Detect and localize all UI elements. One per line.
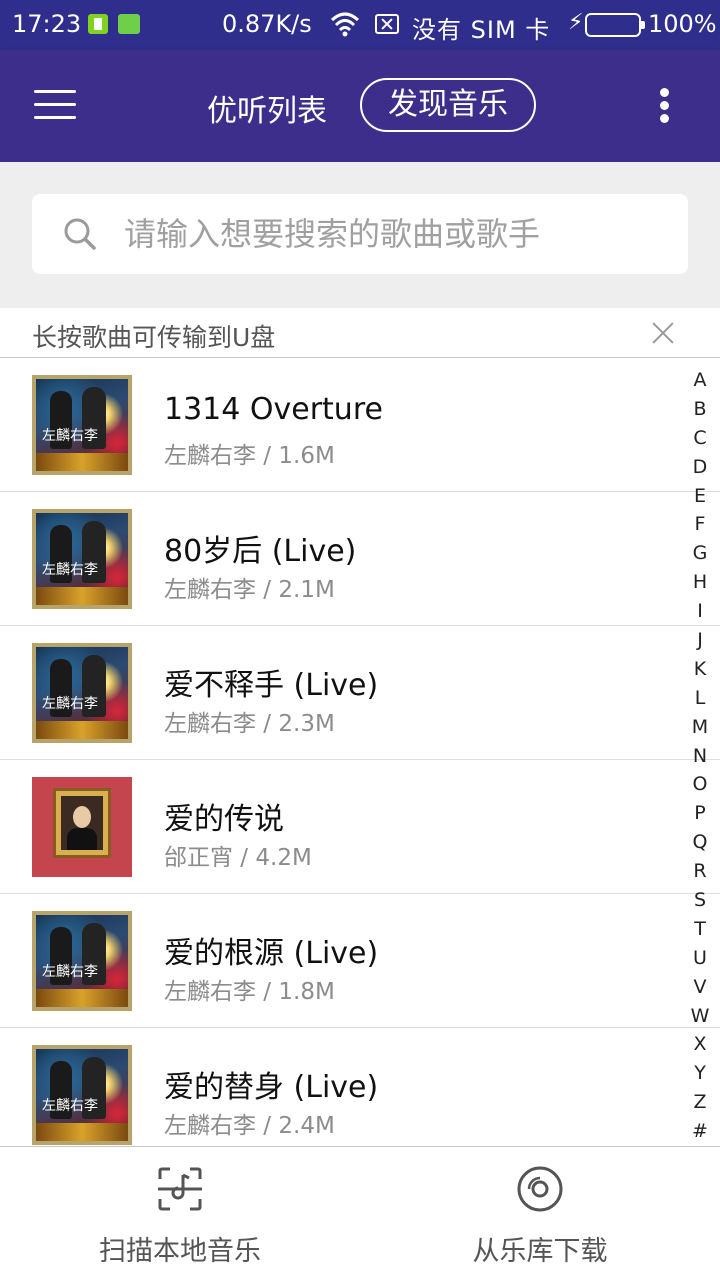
song-meta: 邰正宵 / 4.2M: [164, 845, 312, 871]
alpha-letter[interactable]: Y: [684, 1059, 716, 1088]
search-input[interactable]: [124, 194, 664, 274]
hint-bar: 长按歌曲可传输到U盘: [0, 308, 720, 358]
alpha-letter[interactable]: S: [684, 886, 716, 915]
album-cover: 左麟右李: [32, 643, 132, 743]
bottom-bar: 扫描本地音乐 从乐库下载: [0, 1146, 720, 1280]
more-options-button[interactable]: [650, 88, 680, 128]
alpha-letter[interactable]: R: [684, 857, 716, 886]
hint-text: 长按歌曲可传输到U盘: [32, 323, 276, 352]
alpha-letter[interactable]: K: [684, 655, 716, 684]
tab-local-list[interactable]: 优听列表: [207, 86, 327, 130]
song-list: 左麟右李 1314 Overture 左麟右李 / 1.6M 左麟右李 80岁后…: [0, 358, 720, 1146]
alpha-letter[interactable]: J: [684, 626, 716, 655]
no-sim-icon: [375, 14, 399, 34]
song-row[interactable]: 左麟右李 爱的替身 (Live) 左麟右李 / 2.4M: [0, 1028, 720, 1146]
search-icon: [64, 218, 96, 250]
alpha-letter[interactable]: V: [684, 973, 716, 1002]
alpha-letter[interactable]: P: [684, 799, 716, 828]
alpha-letter[interactable]: C: [684, 424, 716, 453]
album-cover-text: 左麟右李: [42, 562, 98, 578]
status-bar: 17:23 0.87K/s 没有 SIM 卡 ⚡ 100%: [0, 0, 720, 50]
more-vertical-icon: [660, 88, 669, 97]
song-title: 爱的根源 (Live): [164, 936, 379, 971]
alphabet-index[interactable]: A B C D E F G H I J K L M N O P Q R S T U V W X Y Z #: [684, 366, 716, 1148]
alpha-letter[interactable]: D: [684, 453, 716, 482]
song-title: 80岁后 (Live): [164, 534, 357, 569]
search-box[interactable]: [32, 194, 688, 274]
song-title: 爱的传说: [164, 802, 284, 837]
album-cover: 左麟右李: [32, 911, 132, 1011]
carrier-text: 没有 SIM 卡: [412, 16, 551, 44]
album-cover: 左麟右李: [32, 509, 132, 609]
app-notification-icon: [88, 14, 108, 34]
song-row[interactable]: 左麟右李 80岁后 (Live) 左麟右李 / 2.1M: [0, 492, 720, 626]
album-cover: [32, 777, 132, 877]
album-cover-text: 左麟右李: [42, 696, 98, 712]
alpha-letter[interactable]: I: [684, 597, 716, 626]
status-time: 17:23: [12, 10, 82, 38]
alpha-letter[interactable]: O: [684, 770, 716, 799]
album-cover: 左麟右李: [32, 375, 132, 475]
album-cover-text: 左麟右李: [42, 428, 98, 444]
network-speed: 0.87K/s: [222, 10, 312, 38]
alpha-letter[interactable]: N: [684, 742, 716, 771]
song-title: 爱不释手 (Live): [164, 668, 379, 703]
alpha-letter[interactable]: W: [684, 1002, 716, 1031]
song-title: 爱的替身 (Live): [164, 1070, 379, 1105]
hamburger-icon: [34, 90, 76, 93]
battery-percent: 100%: [648, 10, 717, 38]
alpha-letter[interactable]: M: [684, 713, 716, 742]
alpha-letter[interactable]: #: [684, 1117, 716, 1146]
download-label: 从乐库下载: [472, 1236, 608, 1267]
close-icon[interactable]: [650, 320, 676, 346]
scan-local-music-button[interactable]: 扫描本地音乐: [0, 1147, 360, 1280]
alpha-letter[interactable]: Q: [684, 828, 716, 857]
search-area: [0, 162, 720, 308]
alpha-letter[interactable]: B: [684, 395, 716, 424]
android-notification-icon: [118, 14, 140, 34]
alpha-letter[interactable]: F: [684, 510, 716, 539]
song-row[interactable]: 爱的传说 邰正宵 / 4.2M: [0, 760, 720, 894]
alpha-letter[interactable]: E: [684, 482, 716, 511]
alpha-letter[interactable]: X: [684, 1030, 716, 1059]
song-meta: 左麟右李 / 1.8M: [164, 979, 335, 1005]
album-cover: 左麟右李: [32, 1045, 132, 1145]
song-meta: 左麟右李 / 2.4M: [164, 1113, 335, 1139]
menu-button[interactable]: [34, 86, 78, 122]
song-meta: 左麟右李 / 2.3M: [164, 711, 335, 737]
song-title: 1314 Overture: [164, 392, 383, 427]
scan-icon: [158, 1167, 202, 1211]
battery-icon: [585, 13, 645, 37]
alpha-letter[interactable]: L: [684, 684, 716, 713]
song-row[interactable]: 左麟右李 爱的根源 (Live) 左麟右李 / 1.8M: [0, 894, 720, 1028]
song-row[interactable]: 左麟右李 1314 Overture 左麟右李 / 1.6M: [0, 358, 720, 492]
alpha-letter[interactable]: G: [684, 539, 716, 568]
song-meta: 左麟右李 / 1.6M: [164, 443, 335, 469]
album-cover-text: 左麟右李: [42, 1098, 98, 1114]
alpha-letter[interactable]: U: [684, 944, 716, 973]
download-from-library-button[interactable]: 从乐库下载: [360, 1147, 720, 1280]
charging-icon: ⚡: [568, 10, 584, 35]
alpha-letter[interactable]: Z: [684, 1088, 716, 1117]
scan-label: 扫描本地音乐: [99, 1236, 261, 1267]
disc-icon: [517, 1166, 563, 1212]
song-meta: 左麟右李 / 2.1M: [164, 577, 335, 603]
alpha-letter[interactable]: T: [684, 915, 716, 944]
album-cover-text: 左麟右李: [42, 964, 98, 980]
tab-discover-music[interactable]: 发现音乐: [360, 78, 536, 132]
song-row[interactable]: 左麟右李 爱不释手 (Live) 左麟右李 / 2.3M: [0, 626, 720, 760]
alpha-letter[interactable]: H: [684, 568, 716, 597]
wifi-icon: [330, 12, 360, 37]
app-bar: 优听列表 发现音乐: [0, 50, 720, 162]
alpha-letter[interactable]: A: [684, 366, 716, 395]
